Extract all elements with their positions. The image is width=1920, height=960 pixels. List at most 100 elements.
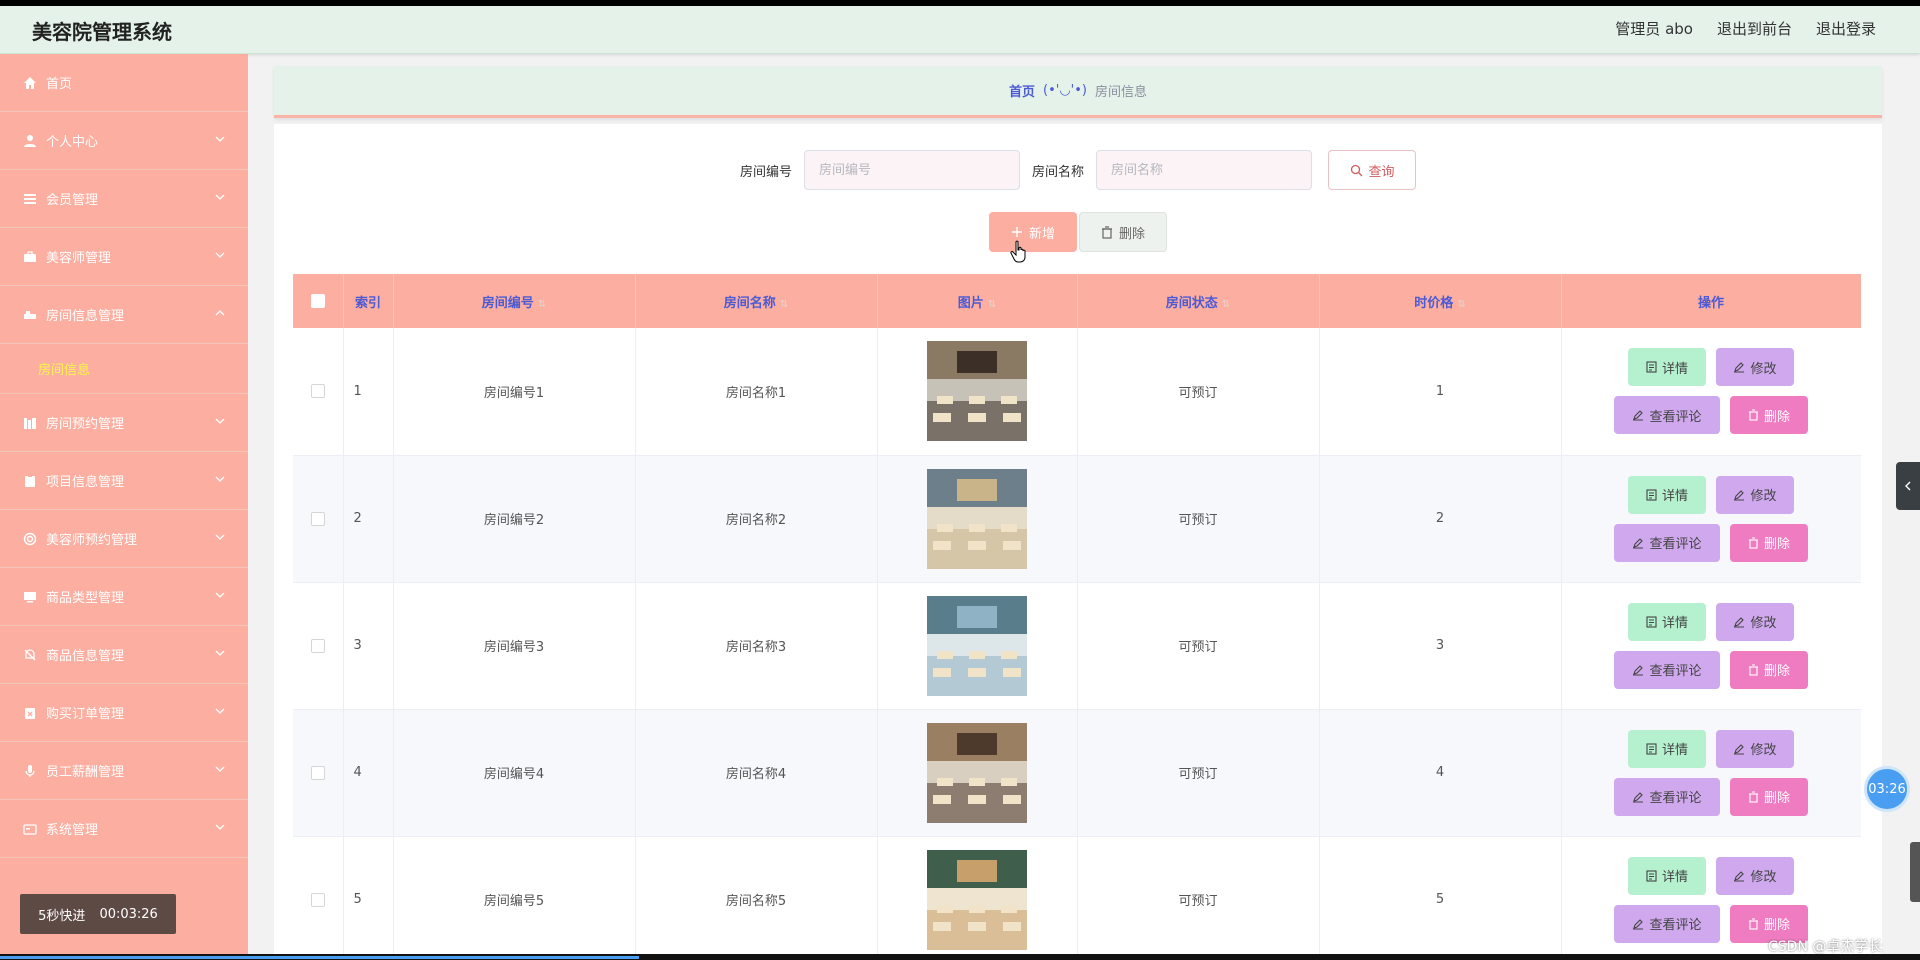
row-checkbox[interactable] — [310, 384, 325, 399]
row-room-code: 房间编号2 — [393, 455, 636, 583]
sidebar-item-orders[interactable]: 购买订单管理 — [0, 684, 248, 742]
view-reviews-label: 查看评论 — [1649, 791, 1702, 806]
sidebar-item-label: 首页 — [46, 77, 73, 92]
monitor-icon — [22, 589, 38, 605]
detail-button[interactable]: 详情 — [1628, 729, 1706, 768]
delete-row-button[interactable]: 删除 — [1730, 650, 1808, 689]
row-checkbox[interactable] — [310, 765, 325, 780]
room-name-input[interactable] — [1096, 150, 1313, 190]
sidebar-item-beauticians[interactable]: 美容师管理 — [0, 228, 248, 286]
logout-link[interactable]: 退出登录 — [1816, 18, 1876, 39]
delete-row-button[interactable]: 删除 — [1730, 396, 1808, 435]
edit-button[interactable]: 修改 — [1716, 602, 1794, 641]
view-reviews-label: 查看评论 — [1649, 409, 1702, 425]
row-room-name: 房间名称5 — [635, 836, 878, 954]
row-room-code: 房间编号1 — [393, 328, 636, 456]
row-checkbox[interactable] — [310, 892, 325, 907]
sidebar-item-system[interactable]: 系统管理 — [0, 800, 248, 858]
column-header-image[interactable]: 图片 ⇅ — [877, 274, 1078, 328]
room-code-input[interactable] — [804, 150, 1020, 190]
query-button[interactable]: 查询 — [1328, 150, 1417, 190]
row-select-cell[interactable] — [293, 455, 344, 583]
fast-forward-badge[interactable]: 5秒快进 00:03:26 — [20, 894, 176, 934]
add-button[interactable]: 新增 — [989, 212, 1077, 252]
edit-button[interactable]: 修改 — [1716, 348, 1794, 387]
select-all-checkbox[interactable] — [310, 294, 325, 308]
row-price: 2 — [1319, 455, 1562, 583]
view-reviews-button[interactable]: 查看评论 — [1614, 523, 1720, 562]
sidebar-item-room-info[interactable]: 房间信息管理 — [0, 286, 248, 344]
edit-button[interactable]: 修改 — [1716, 729, 1794, 768]
column-header-room-code[interactable]: 房间编号 ⇅ — [393, 274, 636, 328]
column-header-room-name[interactable]: 房间名称 ⇅ — [635, 274, 878, 328]
sidebar-item-projects[interactable]: 项目信息管理 — [0, 452, 248, 510]
column-header-status[interactable]: 房间状态 ⇅ — [1077, 274, 1320, 328]
sidebar-item-products[interactable]: 商品信息管理 — [0, 626, 248, 684]
sort-icon[interactable]: ⇅ — [780, 299, 788, 310]
sidebar-subitem-room-info[interactable]: 房间信息 — [0, 344, 248, 394]
sort-icon[interactable]: ⇅ — [1222, 299, 1230, 310]
column-header-label: 房间状态 — [1165, 295, 1218, 311]
row-actions: 详情 修改查看评论 删除 — [1561, 709, 1861, 837]
room-photo[interactable] — [927, 595, 1027, 696]
sidebar-item-product-types[interactable]: 商品类型管理 — [0, 568, 248, 626]
table-row: 1 房间编号1 房间名称1 可预订 1 详情 修改 查看评论 删除 — [293, 328, 1861, 456]
sidebar-item-home[interactable]: 首页 — [0, 54, 248, 112]
table-row: 3 房间编号3 房间名称3 可预订 3 详情 修改 查看评论 删除 — [293, 582, 1861, 710]
delete-row-button[interactable]: 删除 — [1730, 777, 1808, 816]
view-reviews-button[interactable]: 查看评论 — [1614, 777, 1720, 816]
delete-row-button[interactable]: 删除 — [1730, 523, 1808, 562]
document-icon — [1646, 488, 1657, 501]
sidebar-item-members[interactable]: 会员管理 — [0, 170, 248, 228]
pencil-icon — [1633, 537, 1644, 548]
detail-button-label: 详情 — [1661, 616, 1688, 631]
breadcrumb-home[interactable]: 首页 — [1009, 81, 1035, 100]
exit-to-front-link[interactable]: 退出到前台 — [1717, 18, 1792, 39]
sort-icon[interactable]: ⇅ — [538, 299, 546, 310]
room-photo[interactable] — [927, 341, 1027, 442]
panel-collapse-tab[interactable] — [1896, 462, 1920, 510]
edit-button[interactable]: 修改 — [1716, 856, 1794, 895]
room-photo[interactable] — [927, 722, 1027, 823]
view-reviews-button[interactable]: 查看评论 — [1614, 650, 1720, 689]
row-actions: 详情 修改查看评论 删除 — [1561, 328, 1861, 456]
batch-delete-button[interactable]: 删除 — [1079, 212, 1167, 252]
top-header: 美容院管理系统 管理员 abo 退出到前台 退出登录 — [0, 6, 1920, 54]
sidebar-item-profile[interactable]: 个人中心 — [0, 112, 248, 170]
view-reviews-button[interactable]: 查看评论 — [1614, 904, 1720, 943]
row-price: 4 — [1319, 709, 1562, 837]
row-checkbox[interactable] — [310, 638, 325, 653]
floating-side-handle[interactable] — [1910, 842, 1920, 902]
row-select-cell[interactable] — [293, 582, 344, 710]
sort-icon[interactable]: ⇅ — [1457, 299, 1465, 310]
room-photo[interactable] — [927, 468, 1027, 569]
detail-button[interactable]: 详情 — [1628, 856, 1706, 895]
detail-button[interactable]: 详情 — [1628, 602, 1706, 641]
chevron-down-icon — [215, 824, 225, 830]
row-select-cell[interactable] — [293, 328, 344, 456]
sidebar-item-salaries[interactable]: 员工薪酬管理 — [0, 742, 248, 800]
row-select-cell[interactable] — [293, 709, 344, 837]
pencil-icon — [1734, 870, 1745, 881]
detail-button[interactable]: 详情 — [1628, 475, 1706, 514]
pencil-icon — [1734, 743, 1745, 754]
sort-icon[interactable]: ⇅ — [988, 299, 996, 310]
row-select-cell[interactable] — [293, 836, 344, 954]
detail-button[interactable]: 详情 — [1628, 348, 1706, 387]
row-price: 3 — [1319, 582, 1562, 710]
column-header-price[interactable]: 时价格 ⇅ — [1319, 274, 1562, 328]
edit-button[interactable]: 修改 — [1716, 475, 1794, 514]
pencil-icon — [1734, 616, 1745, 627]
room-photo[interactable] — [927, 849, 1027, 950]
view-reviews-button[interactable]: 查看评论 — [1614, 396, 1720, 435]
chevron-down-icon — [215, 136, 225, 142]
video-progress-bar[interactable] — [0, 954, 1920, 960]
sidebar-item-beautician-booking[interactable]: 美容师预约管理 — [0, 510, 248, 568]
detail-button-label: 详情 — [1661, 361, 1688, 377]
select-all-cell[interactable] — [293, 274, 344, 328]
sidebar-item-label: 个人中心 — [46, 135, 99, 150]
timer-bubble[interactable]: 03:26 — [1864, 766, 1910, 812]
document-icon — [1646, 615, 1657, 628]
row-checkbox[interactable] — [310, 511, 325, 526]
sidebar-item-room-booking[interactable]: 房间预约管理 — [0, 394, 248, 452]
